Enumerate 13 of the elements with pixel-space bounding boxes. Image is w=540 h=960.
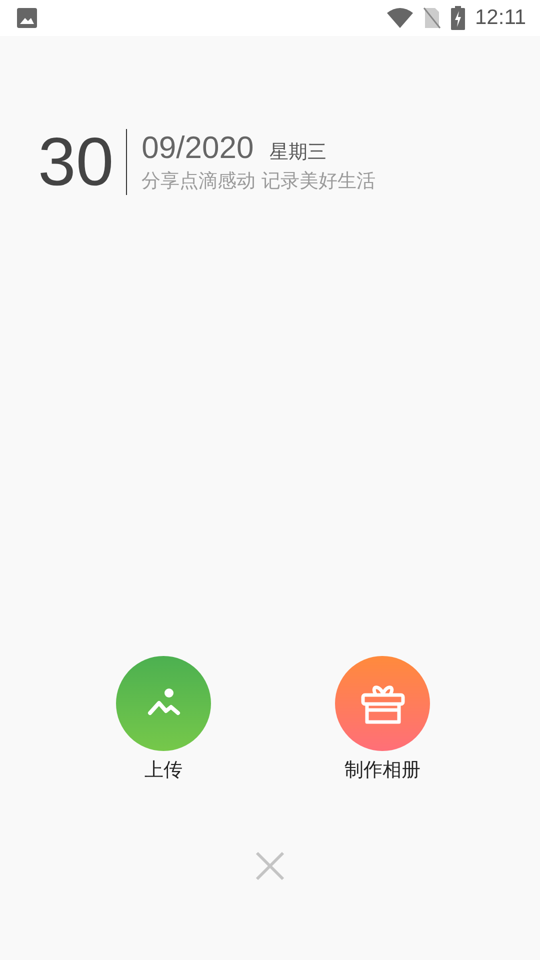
clock-time: 12:11 (475, 6, 526, 30)
action-label: 上传 (144, 758, 182, 783)
slogan: 分享点滴感动 记录美好生活 (142, 169, 376, 194)
battery-charging-icon (451, 6, 465, 30)
no-sim-icon (423, 7, 441, 29)
wifi-icon (387, 8, 413, 28)
gift-icon (360, 682, 406, 724)
day-number: 30 (38, 128, 115, 196)
image-icon (17, 8, 37, 28)
month-year: 09/2020 (142, 130, 254, 166)
action-label: 制作相册 (344, 758, 420, 783)
close-icon[interactable] (255, 851, 285, 881)
weekday: 星期三 (270, 140, 327, 165)
